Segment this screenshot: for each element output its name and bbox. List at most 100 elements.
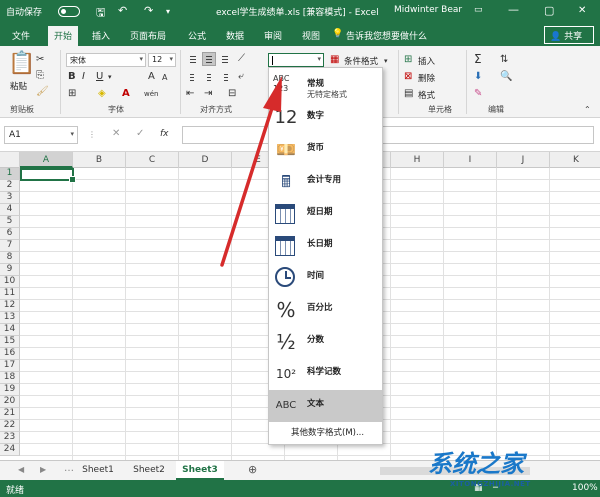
- formula-input[interactable]: [182, 126, 594, 144]
- row-header[interactable]: 24: [0, 444, 20, 456]
- quick-access-dropdown-icon[interactable]: ▾: [166, 7, 170, 16]
- ribbon-display-icon[interactable]: ▭: [474, 5, 483, 15]
- chevron-down-icon[interactable]: ▾: [384, 55, 388, 67]
- border-icon[interactable]: ⊞: [68, 88, 76, 100]
- tell-me-search[interactable]: 告诉我您想要做什么: [346, 29, 427, 42]
- menu-item-long-date[interactable]: 长日期: [269, 230, 382, 262]
- insert-cells-icon[interactable]: ⊞: [404, 54, 412, 66]
- row-header[interactable]: 8: [0, 252, 20, 264]
- row-header[interactable]: 15: [0, 336, 20, 348]
- conditional-format-icon[interactable]: ▦: [330, 54, 339, 66]
- row-header[interactable]: 13: [0, 312, 20, 324]
- save-icon[interactable]: 🖫: [96, 4, 105, 23]
- sheet-next-icon[interactable]: ▶: [40, 465, 46, 474]
- align-center-button[interactable]: [202, 70, 216, 84]
- chevron-down-icon[interactable]: ▾: [317, 55, 321, 63]
- row-header[interactable]: 12: [0, 300, 20, 312]
- column-header[interactable]: C: [126, 152, 179, 168]
- column-header[interactable]: I: [444, 152, 497, 168]
- row-header[interactable]: 16: [0, 348, 20, 360]
- chevron-down-icon[interactable]: ▾: [108, 71, 112, 83]
- tab-data[interactable]: 数据: [226, 29, 244, 42]
- align-top-button[interactable]: [186, 52, 200, 66]
- menu-item-fraction[interactable]: ½ 分数: [269, 326, 382, 358]
- name-box[interactable]: A1 ▾: [4, 126, 78, 144]
- sheet-tab-sheet3[interactable]: Sheet3: [176, 461, 224, 480]
- row-header[interactable]: 18: [0, 372, 20, 384]
- menu-item-short-date[interactable]: 短日期: [269, 198, 382, 230]
- select-all-corner[interactable]: [0, 152, 20, 168]
- column-header[interactable]: D: [179, 152, 232, 168]
- tab-review[interactable]: 审阅: [264, 29, 282, 42]
- italic-icon[interactable]: I: [82, 71, 85, 83]
- row-header[interactable]: 19: [0, 384, 20, 396]
- paste-icon[interactable]: 📋: [8, 52, 35, 76]
- tab-home[interactable]: 开始: [48, 26, 79, 46]
- conditional-format-button[interactable]: 条件格式: [344, 55, 378, 67]
- minimize-button[interactable]: —: [508, 3, 519, 16]
- delete-cells-button[interactable]: 删除: [418, 72, 435, 84]
- column-header[interactable]: A: [20, 152, 73, 168]
- row-header[interactable]: 23: [0, 432, 20, 444]
- cancel-icon[interactable]: ✕: [112, 128, 120, 140]
- align-middle-button[interactable]: [202, 52, 216, 66]
- copy-icon[interactable]: ⎘: [36, 70, 44, 82]
- menu-item-accounting[interactable]: 🖩 会计专用: [269, 166, 382, 198]
- user-name[interactable]: Midwinter Bear: [394, 5, 462, 15]
- find-select-icon[interactable]: 🔍: [500, 71, 512, 83]
- merge-center-icon[interactable]: ⊟: [228, 88, 236, 100]
- tab-formulas[interactable]: 公式: [188, 29, 206, 42]
- fill-color-icon[interactable]: ◈: [98, 88, 106, 100]
- row-header[interactable]: 20: [0, 396, 20, 408]
- autosave-toggle[interactable]: [58, 6, 80, 17]
- menu-item-scientific[interactable]: 10² 科学记数: [269, 358, 382, 390]
- paste-label[interactable]: 粘贴: [10, 80, 27, 92]
- column-header[interactable]: K: [550, 152, 600, 168]
- undo-icon[interactable]: ↶: [118, 4, 127, 17]
- insert-cells-button[interactable]: 插入: [418, 55, 435, 67]
- bold-icon[interactable]: B: [68, 71, 76, 83]
- menu-item-general[interactable]: ABC 123 常规 无特定格式: [269, 70, 382, 102]
- phonetic-icon[interactable]: wén: [144, 88, 158, 100]
- row-header[interactable]: 14: [0, 324, 20, 336]
- menu-item-time[interactable]: 时间: [269, 262, 382, 294]
- wrap-text-icon[interactable]: ⤶: [238, 71, 244, 83]
- clear-icon[interactable]: ✎: [474, 88, 482, 100]
- row-header[interactable]: 4: [0, 204, 20, 216]
- redo-icon[interactable]: ↷: [144, 4, 153, 17]
- add-sheet-icon[interactable]: ⊕: [248, 463, 257, 476]
- tab-file[interactable]: 文件: [12, 29, 30, 42]
- align-bottom-button[interactable]: [218, 52, 232, 66]
- sheet-tab-sheet2[interactable]: Sheet2: [126, 461, 172, 480]
- sheet-prev-icon[interactable]: ◀: [18, 465, 24, 474]
- insert-function-icon[interactable]: fx: [160, 128, 169, 140]
- format-cells-button[interactable]: 格式: [418, 89, 435, 101]
- row-header[interactable]: 1: [0, 168, 20, 180]
- restore-button[interactable]: ▢: [544, 4, 554, 17]
- row-header[interactable]: 11: [0, 288, 20, 300]
- format-painter-icon[interactable]: 🖌: [36, 86, 49, 98]
- tab-page-layout[interactable]: 页面布局: [130, 29, 166, 42]
- menu-item-number[interactable]: 12 数字: [269, 102, 382, 134]
- number-format-combo[interactable]: ▾: [268, 53, 324, 67]
- row-header[interactable]: 7: [0, 240, 20, 252]
- row-header[interactable]: 2: [0, 180, 20, 192]
- underline-icon[interactable]: U: [96, 71, 103, 83]
- column-header[interactable]: H: [391, 152, 444, 168]
- menu-item-percentage[interactable]: % 百分比: [269, 294, 382, 326]
- row-header[interactable]: 21: [0, 408, 20, 420]
- cut-icon[interactable]: ✂: [36, 54, 44, 66]
- tab-insert[interactable]: 插入: [92, 29, 110, 42]
- close-button[interactable]: ✕: [578, 5, 586, 16]
- column-header[interactable]: J: [497, 152, 550, 168]
- orientation-icon[interactable]: ⟋: [238, 53, 245, 65]
- share-button[interactable]: 👤 共享: [544, 26, 594, 44]
- row-header[interactable]: 9: [0, 264, 20, 276]
- decrease-font-icon[interactable]: A: [162, 72, 167, 84]
- increase-indent-icon[interactable]: ⇥: [204, 88, 212, 100]
- sheet-tab-sheet1[interactable]: Sheet1: [76, 461, 120, 480]
- active-cell-selection[interactable]: [20, 168, 76, 183]
- row-header[interactable]: 22: [0, 420, 20, 432]
- increase-font-icon[interactable]: A: [148, 71, 155, 83]
- font-name-combo[interactable]: 宋体 ▾: [66, 53, 146, 67]
